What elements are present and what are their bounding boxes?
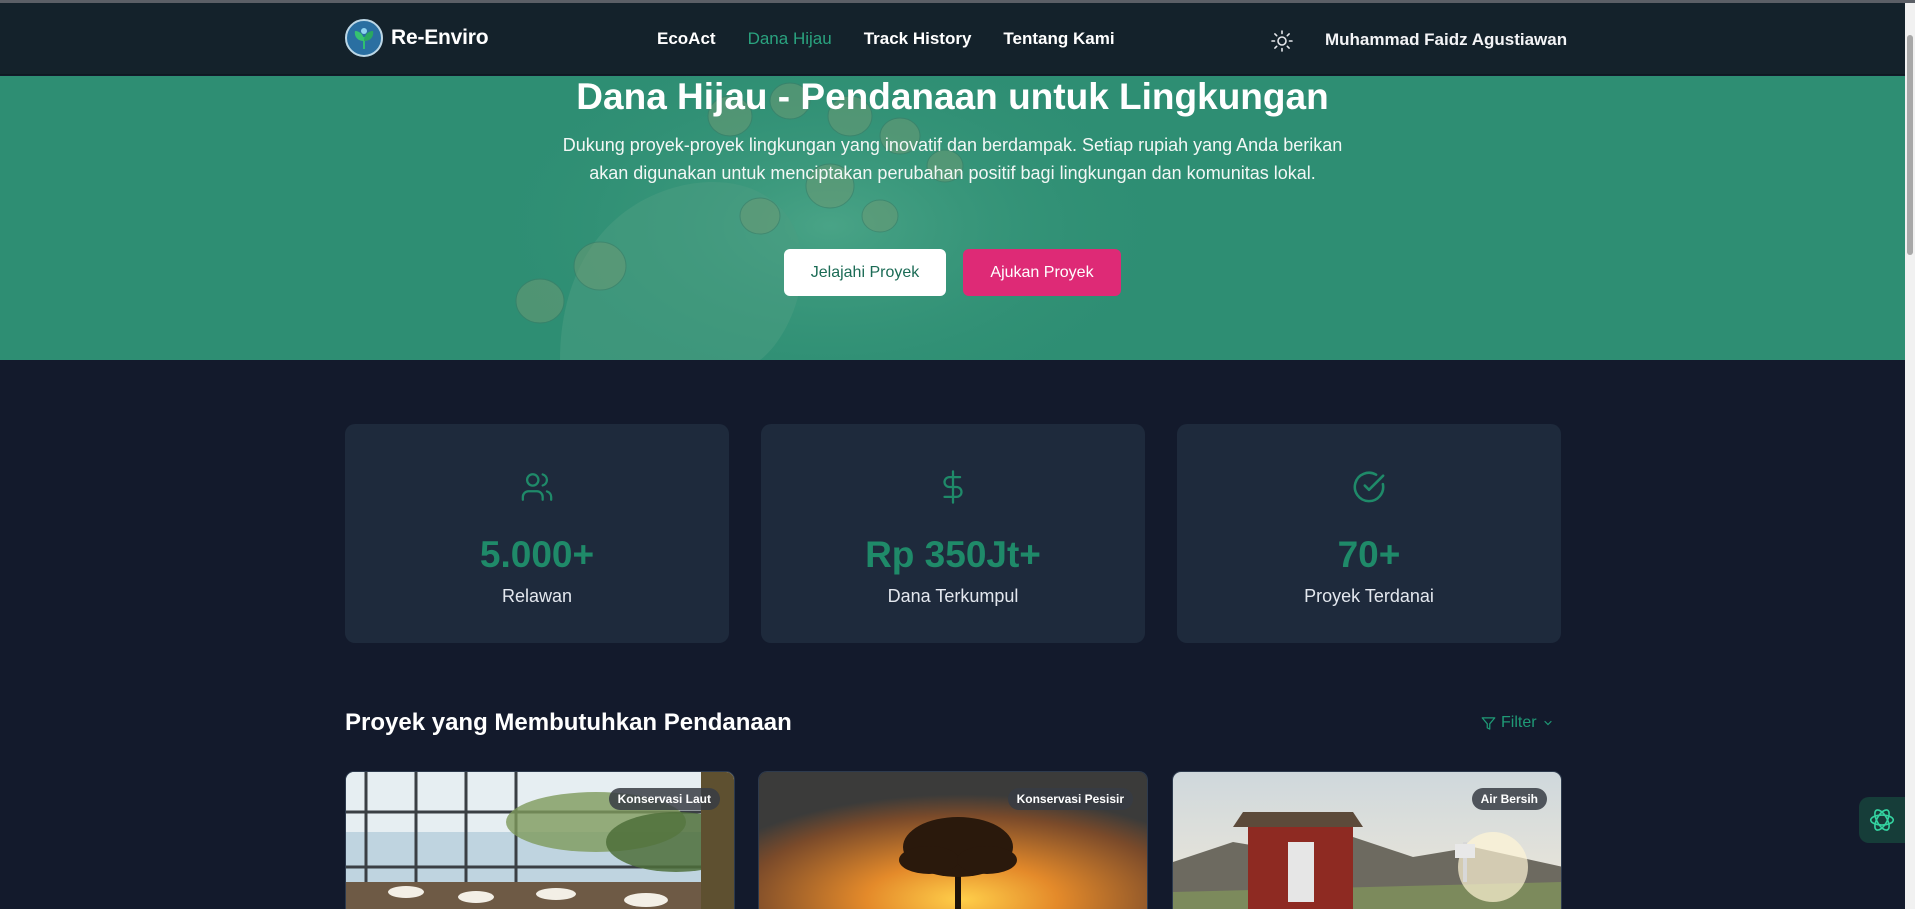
stat-value: Rp 350Jt+ [865,534,1041,575]
stat-label: Proyek Terdanai [1304,586,1434,606]
scrollbar-thumb[interactable] [1907,35,1913,255]
stat-label: Dana Terkumpul [887,586,1019,606]
filter-icon [1481,716,1496,730]
stat-card-funds: Rp 350Jt+ Dana Terkumpul [761,424,1145,643]
stat-label: Relawan [501,586,573,606]
project-card[interactable]: Konservasi Laut [345,771,735,909]
category-badge: Air Bersih [1471,788,1547,810]
users-icon [345,470,729,504]
submit-project-button[interactable]: Ajukan Proyek [963,249,1121,296]
stat-value: 70+ [1337,534,1401,575]
category-badge: Konservasi Laut [608,788,720,810]
projects-section-title: Proyek yang Membutuhkan Pendanaan [345,709,792,736]
hero-background-image [470,76,1190,360]
ai-assistant-button[interactable] [1859,797,1905,843]
openai-icon [1869,809,1895,831]
filter-button[interactable]: Filter [1481,714,1554,732]
hero-title: Dana Hijau - Pendanaan untuk Lingkungan [576,76,1329,117]
check-circle-icon [1177,470,1561,504]
stat-card-funded-projects: 70+ Proyek Terdanai [1177,424,1561,643]
nav-link-track-history[interactable]: Track History [864,29,972,49]
stat-card-volunteers: 5.000+ Relawan [345,424,729,643]
dollar-icon [761,470,1145,504]
sun-icon[interactable] [1270,29,1294,53]
hero-description: Dukung proyek-proyek lingkungan yang ino… [562,135,1343,183]
nav-link-dana-hijau[interactable]: Dana Hijau [748,29,832,49]
brand[interactable]: Re-Enviro [345,19,489,57]
user-menu[interactable]: Muhammad Faidz Agustiawan [1325,30,1567,50]
hero-actions: Jelajahi Proyek Ajukan Proyek [784,249,1121,296]
chevron-down-icon [1543,720,1552,726]
page-scrollbar[interactable] [1905,3,1915,909]
nav-links: EcoAct Dana Hijau Track History Tentang … [657,29,1115,49]
project-card[interactable]: Konservasi Pesisir [758,771,1148,909]
brand-name: Re-Enviro [391,26,489,49]
nav-link-ecoact[interactable]: EcoAct [657,29,716,49]
filter-label: Filter [1501,714,1537,731]
navbar: Re-Enviro EcoAct Dana Hijau Track Histor… [0,3,1905,75]
leaf-logo-icon [345,19,383,57]
explore-projects-button[interactable]: Jelajahi Proyek [784,249,946,296]
stat-value: 5.000+ [479,534,595,575]
hero-banner: Dana Hijau - Pendanaan untuk Lingkungan … [0,76,1905,360]
category-badge: Konservasi Pesisir [1007,788,1133,810]
project-card[interactable]: Air Bersih [1172,771,1562,909]
nav-link-tentang-kami[interactable]: Tentang Kami [1003,29,1114,49]
